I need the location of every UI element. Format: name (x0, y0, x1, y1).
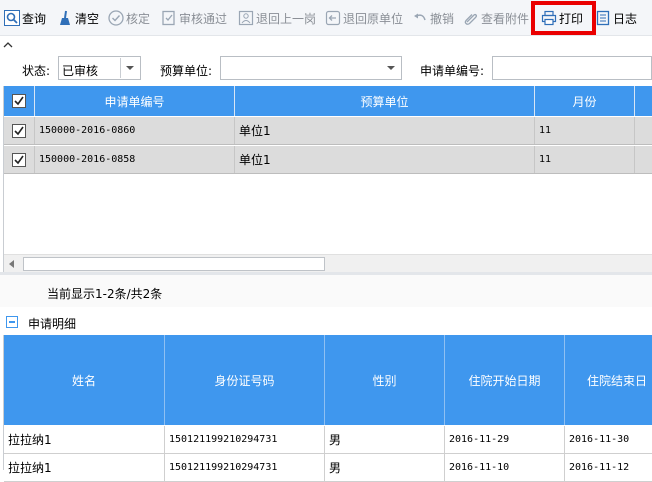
table-row[interactable]: 150000-2016-0860 单位1 11 (4, 117, 652, 145)
toolbar: 查询 清空 核定 审核通过 退回上一岗 退回原单位 撤销 查看附件 打印 日志 (0, 0, 652, 36)
table-row[interactable]: 拉拉纳1 150121199210294731 男 2016-11-29 201… (4, 426, 652, 454)
checkmark-icon (14, 126, 24, 135)
printer-icon (541, 10, 557, 26)
request-grid: 申请单编号 预算单位 月份 150000-2016-0860 单位1 11 15… (3, 86, 652, 272)
print-label: 打印 (559, 11, 584, 26)
status-label: 状态: (22, 64, 51, 78)
col-end-date[interactable]: 住院结束日 (565, 335, 652, 425)
cell-month: 11 (535, 146, 635, 173)
return-prev-button[interactable]: 退回上一岗 (238, 7, 316, 29)
collapse-minus-icon[interactable] (6, 316, 18, 328)
attachments-button[interactable]: 查看附件 (463, 7, 529, 29)
log-label: 日志 (613, 11, 638, 26)
print-button[interactable]: 打印 (541, 7, 583, 29)
cell-budget-unit: 单位1 (235, 117, 535, 144)
table-row[interactable]: 拉拉纳1 150121199210294731 男 2016-11-10 201… (4, 454, 652, 482)
return-origin-button[interactable]: 退回原单位 (325, 7, 403, 29)
pager: 当前显示1-2条/共2条 (0, 275, 652, 307)
detail-grid: 姓名 身份证号码 性别 住院开始日期 住院结束日 拉拉纳1 1501211992… (3, 335, 652, 482)
cell-name: 拉拉纳1 (4, 426, 165, 453)
col-start-date[interactable]: 住院开始日期 (445, 335, 565, 425)
cell-extra (635, 146, 652, 173)
scroll-left-arrow-icon[interactable] (9, 260, 14, 268)
cell-month: 11 (535, 117, 635, 144)
cell-gender: 男 (325, 426, 445, 453)
revoke-button[interactable]: 撤销 (412, 7, 454, 29)
paperclip-icon (464, 13, 478, 25)
return-arrow-icon (325, 10, 341, 26)
row-check-cell[interactable] (4, 146, 35, 173)
pager-text: 当前显示1-2条/共2条 (47, 287, 163, 301)
cell-start-date: 2016-11-29 (445, 426, 565, 453)
status-value: 已审核 (62, 64, 99, 78)
verify-button[interactable]: 核定 (108, 7, 150, 29)
log-button[interactable]: 日志 (595, 7, 637, 29)
detail-section-header: 申请明细 (0, 310, 652, 334)
checkmark-icon (14, 96, 24, 106)
row-checkbox[interactable] (12, 123, 26, 138)
query-button[interactable]: 查询 (4, 7, 46, 29)
filter-row: 状态: 已审核 预算单位: 申请单编号: (0, 56, 652, 82)
broom-icon (60, 10, 70, 25)
cell-budget-unit: 单位1 (235, 146, 535, 173)
cell-id-no: 150121199210294731 (165, 454, 325, 481)
return-user-icon (238, 10, 254, 26)
col-budget-unit[interactable]: 预算单位 (235, 86, 535, 116)
attachments-label: 查看附件 (481, 11, 530, 26)
chevron-down-icon (387, 66, 395, 70)
clear-label: 清空 (75, 11, 100, 26)
cell-end-date: 2016-11-12 (565, 454, 652, 481)
filter-collapse-row (0, 36, 652, 56)
cell-request-no: 150000-2016-0860 (35, 117, 235, 144)
search-icon (4, 10, 20, 26)
status-select[interactable]: 已审核 (58, 56, 141, 80)
detail-title: 申请明细 (28, 317, 77, 331)
col-name[interactable]: 姓名 (4, 335, 165, 425)
row-check-cell[interactable] (4, 117, 35, 144)
row-checkbox[interactable] (12, 152, 26, 167)
clear-button[interactable]: 清空 (57, 7, 99, 29)
budget-unit-label: 预算单位: (160, 64, 213, 78)
cell-id-no: 150121199210294731 (165, 426, 325, 453)
horizontal-scrollbar[interactable] (4, 254, 652, 272)
scrollbar-thumb[interactable] (23, 257, 325, 271)
return-prev-label: 退回上一岗 (256, 11, 317, 26)
col-id-no[interactable]: 身份证号码 (165, 335, 325, 425)
undo-icon (414, 13, 426, 21)
budget-unit-select[interactable] (220, 56, 402, 80)
cell-start-date: 2016-11-10 (445, 454, 565, 481)
col-month[interactable]: 月份 (535, 86, 635, 116)
approve-button[interactable]: 审核通过 (161, 7, 227, 29)
request-grid-header: 申请单编号 预算单位 月份 (4, 86, 652, 116)
chevron-down-icon (120, 58, 134, 78)
table-row[interactable]: 150000-2016-0858 单位1 11 (4, 146, 652, 174)
cell-extra (635, 117, 652, 144)
cell-name: 拉拉纳1 (4, 454, 165, 481)
log-list-icon (596, 10, 610, 26)
check-circle-icon (108, 10, 124, 26)
approve-label: 审核通过 (179, 11, 228, 26)
cell-end-date: 2016-11-30 (565, 426, 652, 453)
chevron-up-icon[interactable] (2, 39, 14, 51)
col-request-no[interactable]: 申请单编号 (35, 86, 235, 116)
approve-doc-icon (162, 10, 175, 26)
col-extra (635, 86, 652, 116)
cell-gender: 男 (325, 454, 445, 481)
return-origin-label: 退回原单位 (343, 11, 404, 26)
detail-grid-header: 姓名 身份证号码 性别 住院开始日期 住院结束日 (4, 335, 652, 425)
select-all-checkbox[interactable] (12, 94, 26, 108)
revoke-label: 撤销 (430, 11, 455, 26)
request-no-input[interactable] (492, 56, 652, 80)
select-all-cell[interactable] (4, 86, 35, 116)
request-no-label: 申请单编号: (420, 64, 485, 78)
col-gender[interactable]: 性别 (325, 335, 445, 425)
verify-label: 核定 (126, 11, 151, 26)
cell-request-no: 150000-2016-0858 (35, 146, 235, 173)
query-label: 查询 (22, 11, 47, 26)
checkmark-icon (14, 155, 24, 164)
